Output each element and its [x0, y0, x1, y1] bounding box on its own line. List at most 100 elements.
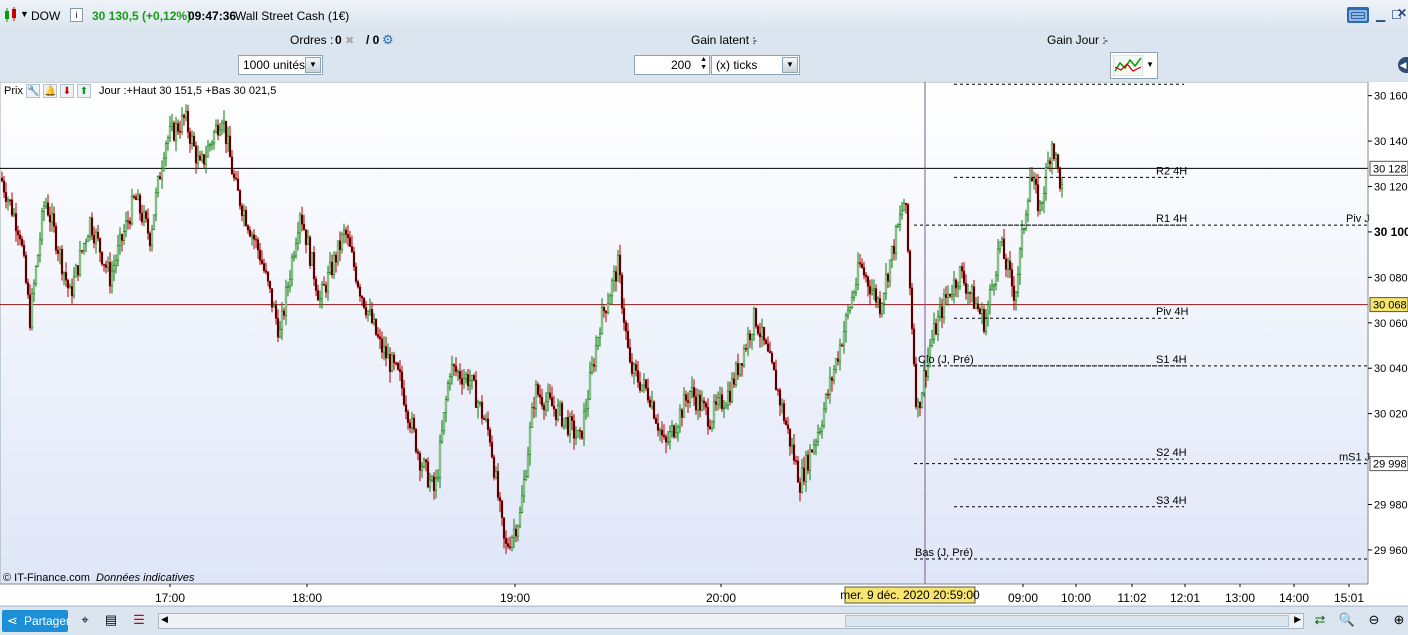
controls-bar: 1000 unités ▼ 200 ▲ ▼ (x) ticks ▼ ▼ ◀: [0, 51, 1408, 81]
layout-icon[interactable]: ▤: [102, 611, 120, 629]
wrench-icon[interactable]: 🔧: [26, 84, 40, 98]
candle-body: [472, 375, 476, 381]
candle-body: [974, 303, 978, 309]
candle-body: [514, 528, 518, 537]
zoom-fit-icon[interactable]: 🔍: [1338, 611, 1356, 629]
candle-body: [764, 339, 768, 345]
candle-body: [428, 479, 432, 488]
candle-body: [794, 460, 798, 462]
minimize-icon[interactable]: ▁: [1376, 8, 1385, 22]
candle-body: [702, 400, 706, 404]
candle-body: [24, 255, 28, 283]
indicator-picker[interactable]: ▼: [1110, 52, 1158, 79]
candle-body: [906, 204, 910, 252]
scroll-right-icon[interactable]: ▶: [1294, 614, 1301, 625]
candle-body: [340, 233, 344, 251]
candle-body: [850, 296, 854, 308]
candle-body: [80, 250, 84, 252]
candle-body: [366, 310, 370, 316]
candle-body: [724, 404, 728, 409]
ticks-stepper[interactable]: 200 ▲ ▼: [634, 55, 710, 75]
units-select[interactable]: 1000 unités ▼: [238, 55, 323, 75]
candle-body: [1032, 178, 1036, 182]
candle-body: [598, 333, 602, 338]
candle-body: [106, 262, 110, 268]
candlestick-icon[interactable]: [4, 7, 18, 26]
scroll-left-icon[interactable]: ◀: [161, 614, 168, 625]
candle-body: [326, 272, 330, 293]
cancel-orders-icon[interactable]: ✖: [345, 34, 354, 47]
candle-body: [618, 254, 622, 276]
up-arrow-icon[interactable]: ⬆: [77, 84, 91, 98]
candle-body: [884, 273, 888, 295]
candle-body: [256, 239, 260, 251]
candle-body: [802, 467, 806, 482]
candle-body: [120, 234, 124, 241]
scroll-thumb[interactable]: [845, 615, 1289, 627]
candle-body: [446, 382, 450, 401]
candle-body: [206, 145, 210, 158]
candle-body: [466, 374, 470, 387]
info-icon[interactable]: i: [70, 8, 83, 22]
indicators-icon[interactable]: ☰: [130, 611, 148, 629]
candle-body: [34, 266, 38, 285]
candle-body: [270, 288, 274, 308]
instrument-name: Wall Street Cash (1€): [235, 9, 350, 23]
x-tick-label: 18:00: [292, 591, 322, 605]
candle-body: [1026, 200, 1030, 216]
horizontal-scrollbar[interactable]: ◀ ▶: [158, 613, 1304, 629]
candle-body: [924, 370, 928, 378]
chart-area[interactable]: R2 4H R1 4H Piv 4H S1 4H S2 4H S3 4H Piv J mS1 …: [0, 81, 1408, 605]
keyboard-icon[interactable]: [1347, 7, 1369, 23]
symbol-label[interactable]: DOW: [31, 9, 60, 23]
candle-body: [900, 210, 904, 216]
chevron-down-icon[interactable]: ▼: [305, 57, 321, 73]
chevron-down-icon[interactable]: ▼: [782, 57, 798, 73]
candle-body: [460, 378, 464, 385]
x-tick-label: 19:00: [500, 591, 530, 605]
candle-body: [422, 459, 426, 468]
candle-body: [84, 241, 88, 244]
candle-body: [880, 303, 884, 315]
candle-body: [38, 239, 42, 256]
candle-body: [186, 110, 190, 133]
close-icon[interactable]: ✕: [1397, 6, 1407, 20]
candle-body: [1060, 184, 1064, 189]
gear-icon[interactable]: ⚙: [382, 32, 394, 48]
candle-body: [548, 392, 552, 398]
candle-body: [288, 278, 292, 287]
bell-icon[interactable]: 🔔: [43, 84, 57, 98]
candle-body: [280, 310, 284, 330]
stepper-arrows-icon[interactable]: ▲ ▼: [700, 56, 707, 72]
candle-body: [1004, 258, 1008, 270]
zoom-out-icon[interactable]: ⊖: [1365, 611, 1383, 629]
candle-body: [630, 361, 634, 374]
y-tick-label: 30 060: [1374, 318, 1408, 330]
pointer-settings-icon[interactable]: ⌖: [76, 611, 94, 629]
candle-body: [32, 283, 36, 294]
zoom-in-icon[interactable]: ⊕: [1390, 611, 1408, 629]
chevron-down-icon[interactable]: ▼: [20, 9, 29, 19]
candle-body: [272, 304, 276, 308]
candle-body: [608, 295, 612, 304]
candle-body: [300, 214, 304, 225]
prix-label[interactable]: Prix: [4, 85, 23, 97]
candle-body: [982, 309, 986, 332]
ticks-select[interactable]: (x) ticks ▼: [711, 55, 800, 75]
candle-body: [162, 157, 166, 169]
chevron-down-icon[interactable]: ▼: [1146, 60, 1154, 69]
price-chart[interactable]: R2 4H R1 4H Piv 4H S1 4H S2 4H S3 4H Piv J mS1 …: [0, 81, 1408, 605]
auto-scale-icon[interactable]: ⇄: [1311, 611, 1329, 629]
candle-body: [218, 129, 222, 136]
price-tag-label: 30 068: [1373, 300, 1407, 312]
candle-body: [356, 281, 360, 288]
candle-body: [546, 392, 550, 402]
candle-body: [798, 482, 802, 493]
down-arrow-icon[interactable]: ⬇: [60, 84, 74, 98]
collapse-panel-icon[interactable]: ◀: [1398, 57, 1408, 73]
share-button[interactable]: ⋖ Partager: [2, 610, 70, 632]
candle-body: [938, 306, 942, 318]
candle-body: [550, 397, 554, 407]
candle-body: [964, 282, 968, 294]
candle-body: [180, 114, 184, 133]
